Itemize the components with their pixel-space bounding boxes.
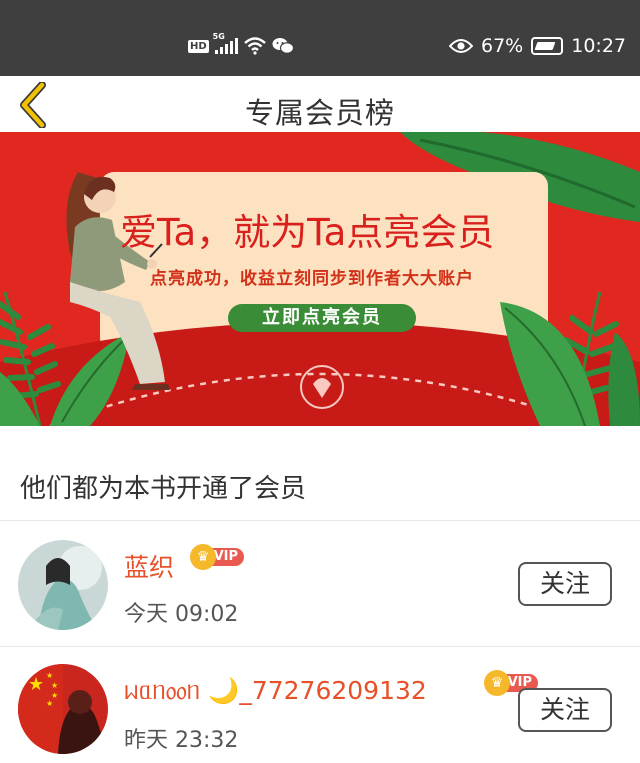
banner-headline: 爱Ta，就为Ta点亮会员 bbox=[120, 211, 495, 254]
crown-icon: ♛ bbox=[190, 544, 216, 570]
signal-icon: 5G bbox=[213, 32, 238, 54]
status-bar: HD 5G 67% 10:27 bbox=[0, 0, 640, 76]
status-left-icons: HD 5G bbox=[188, 32, 294, 58]
crown-icon: ♛ bbox=[484, 670, 510, 696]
clock: 10:27 bbox=[571, 35, 626, 57]
nav-header: 专属会员榜 bbox=[0, 76, 640, 132]
avatar[interactable] bbox=[18, 540, 108, 630]
wechat-icon bbox=[272, 38, 294, 54]
member-name[interactable]: 蓝织 bbox=[124, 548, 174, 584]
eye-icon bbox=[449, 39, 473, 53]
member-time: 今天 09:02 bbox=[124, 602, 239, 627]
member-name[interactable]: ᥕᥲᥒ᥆᥆ᥒ 🌙_77276209132 bbox=[124, 676, 427, 706]
section-title: 他们都为本书开通了会员 bbox=[20, 474, 307, 504]
status-right-icons: 67% 10:27 bbox=[449, 34, 626, 58]
vip-badge: VIP ♛ bbox=[190, 544, 246, 570]
avatar[interactable]: ★ ★ ★ ★ ★ bbox=[18, 664, 108, 754]
follow-button[interactable]: 关注 bbox=[518, 562, 612, 606]
page-title: 专属会员榜 bbox=[244, 96, 395, 130]
svg-text:★: ★ bbox=[28, 674, 44, 695]
divider bbox=[0, 646, 640, 647]
hd-icon: HD bbox=[188, 39, 209, 53]
wifi-icon bbox=[243, 37, 266, 55]
svg-text:★: ★ bbox=[51, 681, 58, 690]
divider bbox=[0, 520, 640, 521]
light-up-membership-button[interactable]: 立即点亮会员 bbox=[228, 304, 416, 332]
svg-text:★: ★ bbox=[46, 671, 53, 680]
member-time: 昨天 23:32 bbox=[124, 728, 239, 753]
network-type-label: 5G bbox=[212, 32, 225, 41]
battery-percent: 67% bbox=[481, 35, 524, 57]
battery-icon bbox=[531, 37, 564, 55]
banner-subline: 点亮成功，收益立刻同步到作者大大账户 bbox=[150, 269, 474, 289]
promo-banner[interactable]: 爱Ta，就为Ta点亮会员 点亮成功，收益立刻同步到作者大大账户 立即点亮会员 bbox=[0, 132, 640, 426]
svg-text:★: ★ bbox=[46, 699, 53, 708]
follow-button[interactable]: 关注 bbox=[518, 688, 612, 732]
